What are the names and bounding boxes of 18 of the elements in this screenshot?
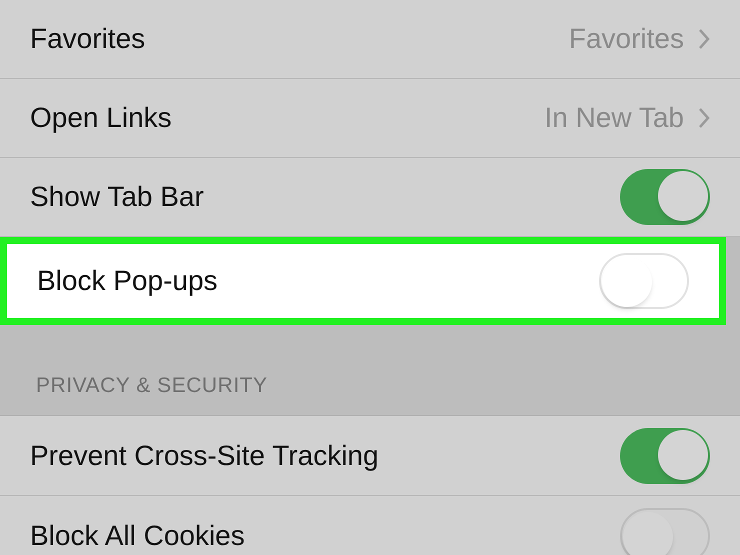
setting-value: Favorites (568, 22, 684, 56)
setting-row[interactable]: Open Links In New Tab (0, 79, 740, 158)
setting-label: Open Links (30, 101, 172, 135)
setting-label: Prevent Cross-Site Tracking (30, 438, 379, 473)
setting-row[interactable]: Block All Cookies (0, 496, 740, 555)
setting-row[interactable]: Show Tab Bar (0, 158, 740, 237)
chevron-icon (698, 107, 710, 129)
section-header: PRIVACY & SECURITY (36, 372, 268, 398)
setting-label: Show Tab Bar (30, 180, 204, 214)
setting-label: Block All Cookies (30, 518, 245, 552)
setting-row[interactable]: Favorites Favorites (0, 0, 740, 79)
chevron-icon (698, 28, 710, 50)
setting-value: In New Tab (544, 101, 684, 135)
setting-label: Block Pop-ups (37, 264, 218, 298)
setting-row[interactable]: Prevent Cross-Site Tracking (0, 416, 740, 496)
setting-label: Favorites (30, 22, 146, 56)
toggle-switch[interactable] (620, 508, 710, 555)
highlighted-setting-row[interactable]: Block Pop-ups (0, 237, 726, 325)
